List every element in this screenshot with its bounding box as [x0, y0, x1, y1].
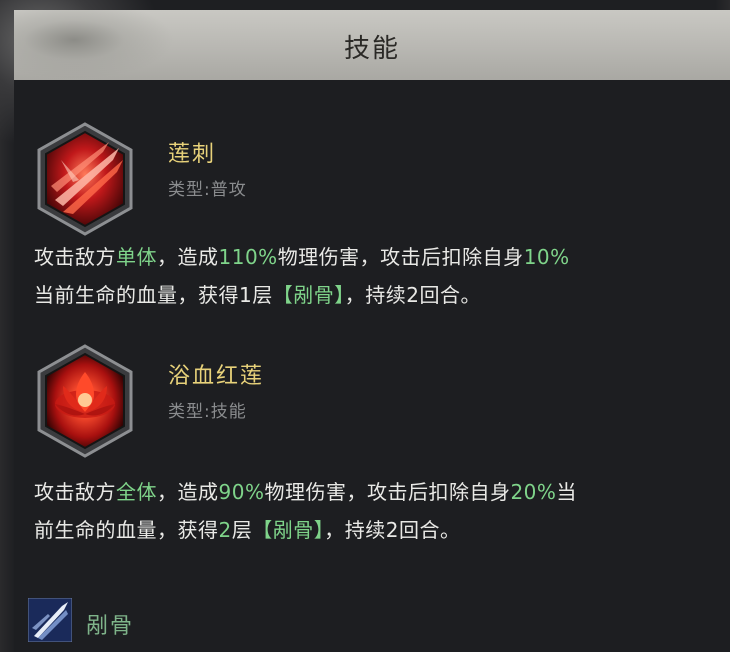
- skill-type: 类型:技能: [168, 402, 247, 422]
- skill-type: 类型:普攻: [168, 180, 247, 200]
- desc-text: 攻击敌方: [34, 480, 116, 504]
- blood-lotus-icon[interactable]: [33, 342, 137, 460]
- desc-text: 当前生命的血量，获得1层: [34, 283, 273, 307]
- effect-name: 剐骨: [86, 614, 135, 639]
- desc-highlight: 单体: [116, 245, 157, 269]
- effect-link[interactable]: 【剐骨】: [252, 518, 324, 542]
- effect-link[interactable]: 【剐骨】: [273, 283, 345, 307]
- desc-text: ，持续2回合。: [324, 518, 461, 542]
- desc-text: 当: [556, 480, 577, 504]
- desc-text: 攻击敌方: [34, 245, 116, 269]
- desc-highlight: 90%: [218, 480, 265, 504]
- desc-line: 攻击敌方全体，造成90%物理伤害，攻击后扣除自身20%当: [34, 473, 724, 511]
- desc-line: 当前生命的血量，获得1层【剐骨】，持续2回合。: [34, 276, 724, 314]
- desc-text: 物理伤害，攻击后扣除自身: [264, 480, 511, 504]
- desc-text: ，造成: [157, 480, 219, 504]
- desc-text: 层: [231, 518, 253, 542]
- desc-text: 前生命的血量，获得: [34, 518, 219, 542]
- desc-highlight: 2: [218, 518, 232, 542]
- skill-description: 攻击敌方单体，造成110%物理伤害，攻击后扣除自身10% 当前生命的血量，获得1…: [34, 238, 724, 314]
- desc-highlight: 20%: [510, 480, 557, 504]
- skill-name: 莲刺: [168, 142, 217, 167]
- desc-text: 物理伤害，攻击后扣除自身: [277, 245, 524, 269]
- title-bar: 技能: [14, 10, 730, 81]
- desc-line: 攻击敌方单体，造成110%物理伤害，攻击后扣除自身10%: [34, 238, 724, 276]
- crimson-slash-icon[interactable]: [33, 120, 137, 238]
- bone-blade-icon[interactable]: [27, 597, 73, 643]
- desc-highlight: 全体: [116, 480, 157, 504]
- page-title: 技能: [343, 34, 400, 64]
- skill-name: 浴血红莲: [168, 364, 265, 389]
- skill-description: 攻击敌方全体，造成90%物理伤害，攻击后扣除自身20%当 前生命的血量，获得2层…: [34, 473, 724, 549]
- desc-highlight: 10%: [523, 245, 570, 269]
- desc-highlight: 110%: [218, 245, 278, 269]
- desc-text: ，造成: [157, 245, 219, 269]
- desc-text: ，持续2回合。: [344, 283, 481, 307]
- desc-line: 前生命的血量，获得2层【剐骨】，持续2回合。: [34, 511, 724, 549]
